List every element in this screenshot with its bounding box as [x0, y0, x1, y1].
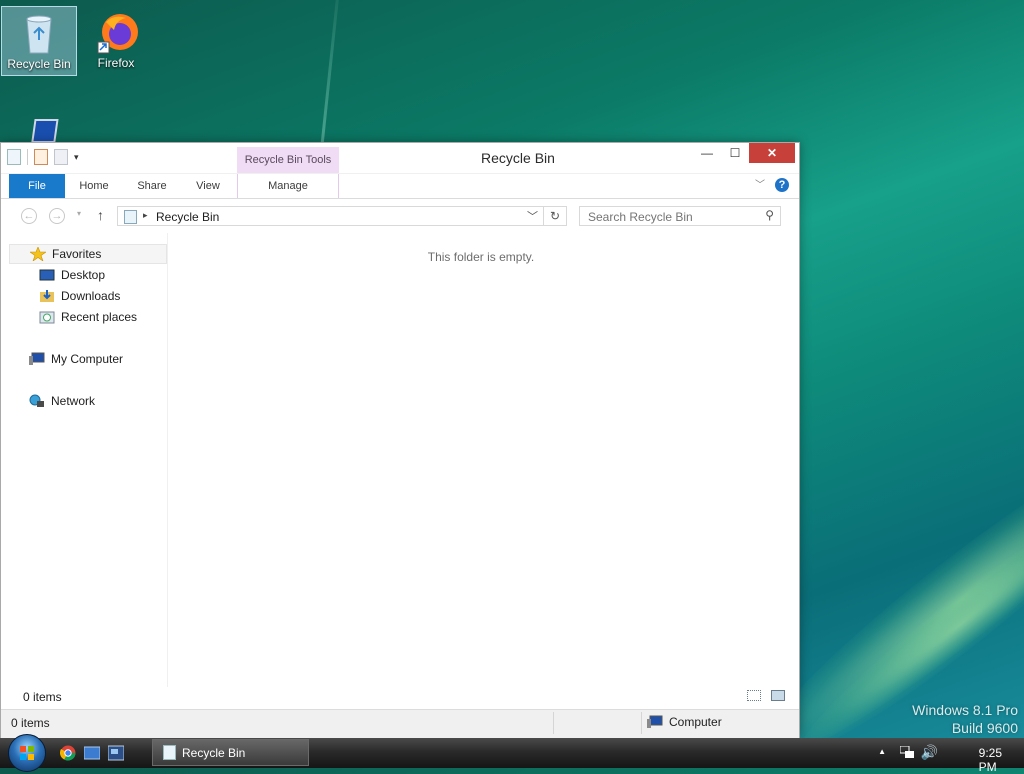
desktop-icon-label: Firefox	[97, 56, 135, 70]
computer-icon	[647, 715, 663, 729]
tab-home[interactable]: Home	[71, 174, 117, 198]
status-divider	[641, 712, 642, 734]
ribbon-tabs: File Home Share View Manage	[1, 174, 799, 199]
refresh-icon[interactable]: ↻	[543, 207, 566, 225]
status-divider	[553, 712, 554, 734]
tab-share[interactable]: Share	[129, 174, 175, 198]
context-tab-border	[237, 174, 339, 198]
network-icon	[29, 394, 45, 408]
chrome-icon[interactable]	[59, 745, 76, 761]
status-zone-label: Computer	[669, 715, 722, 729]
nav-item-label: Recent places	[61, 310, 138, 324]
tab-file[interactable]: File	[9, 174, 65, 198]
breadcrumb-chevron-icon[interactable]: ▸	[143, 210, 148, 221]
switch-windows-icon[interactable]	[107, 745, 125, 761]
minimize-button[interactable]: —	[693, 143, 721, 163]
status-item-count: 0 items	[11, 716, 50, 730]
taskbar-button-recycle-bin[interactable]: Recycle Bin	[152, 739, 309, 766]
recent-locations-chevron-icon[interactable]: ▾	[77, 209, 81, 218]
item-count: 0 items	[23, 690, 62, 704]
recycle-bin-icon	[19, 11, 59, 55]
up-arrow-icon[interactable]: ↑	[97, 207, 104, 223]
window-title: Recycle Bin	[481, 150, 555, 166]
watermark-build: Build 9600	[951, 720, 1018, 736]
title-bar[interactable]: ▾ Recycle Bin Tools Recycle Bin — ☐ ✕	[1, 143, 799, 173]
tab-view[interactable]: View	[185, 174, 231, 198]
recent-places-icon	[39, 310, 55, 324]
help-icon[interactable]: ?	[775, 178, 789, 192]
watermark-edition: Windows 8.1 Pro	[912, 702, 1018, 718]
windows-logo-icon	[20, 746, 34, 760]
show-hidden-icons-arrow-icon[interactable]: ▲	[878, 747, 886, 756]
navigation-pane: Favorites Desktop Downloads Recent place…	[9, 233, 168, 687]
nav-item-downloads[interactable]: Downloads	[39, 286, 120, 306]
address-location[interactable]: Recycle Bin	[156, 210, 219, 224]
nav-item-recent-places[interactable]: Recent places	[39, 307, 137, 327]
navigation-bar: ← → ▾ ↑ ▸ Recycle Bin ﹀ ↻ ⚲	[1, 199, 799, 233]
nav-item-label: Downloads	[61, 289, 121, 303]
search-box[interactable]: ⚲	[579, 206, 781, 226]
empty-folder-message: This folder is empty.	[427, 250, 535, 264]
nav-item-label: Desktop	[61, 268, 106, 282]
recycle-bin-location-icon	[124, 210, 137, 224]
clock[interactable]: 9:25 PM	[979, 746, 1002, 774]
computer-icon	[29, 352, 45, 366]
desktop-icon-recycle-bin[interactable]: Recycle Bin	[1, 6, 77, 76]
downloads-folder-icon	[39, 289, 55, 303]
view-switcher	[747, 690, 785, 701]
desktop-icon-computer[interactable]	[4, 112, 80, 144]
large-icons-view-icon[interactable]	[771, 690, 785, 701]
taskbar-button-label: Recycle Bin	[182, 745, 246, 760]
search-input[interactable]	[586, 208, 760, 226]
network-tray-icon[interactable]	[899, 745, 914, 758]
back-button[interactable]: ←	[21, 208, 37, 224]
explorer-window: ▾ Recycle Bin Tools Recycle Bin — ☐ ✕ Fi…	[0, 142, 800, 738]
recycle-bin-small-icon	[163, 745, 176, 760]
address-bar[interactable]: ▸ Recycle Bin ﹀ ↻	[117, 206, 567, 226]
details-status-line: 0 items	[1, 687, 799, 709]
status-zone: Computer	[647, 715, 722, 729]
address-dropdown-icon[interactable]: ﹀	[527, 208, 538, 224]
maximize-button[interactable]: ☐	[721, 143, 749, 163]
content-area: Favorites Desktop Downloads Recent place…	[1, 233, 799, 687]
show-desktop-icon[interactable]	[83, 745, 101, 761]
nav-item-label: Network	[51, 394, 96, 408]
expand-ribbon-chevron-icon[interactable]: ﹀	[755, 176, 765, 191]
computer-icon	[22, 116, 62, 144]
nav-item-my-computer[interactable]: My Computer	[29, 349, 123, 369]
details-view-icon[interactable]	[747, 690, 761, 701]
close-button[interactable]: ✕	[749, 143, 795, 163]
start-button[interactable]	[8, 734, 46, 772]
desktop-folder-icon	[39, 268, 55, 282]
nav-item-desktop[interactable]: Desktop	[39, 265, 105, 285]
volume-icon[interactable]: 🔊	[921, 744, 938, 761]
desktop-icon-label: Recycle Bin	[7, 57, 71, 71]
search-icon[interactable]: ⚲	[765, 208, 774, 222]
firefox-icon	[96, 10, 138, 54]
status-bar: 0 items Computer	[1, 709, 799, 738]
caption-buttons: — ☐ ✕	[693, 143, 795, 163]
taskbar: Recycle Bin ▲ 🔊 9:25 PM	[0, 734, 1024, 774]
nav-item-network[interactable]: Network	[29, 391, 95, 411]
forward-button[interactable]: →	[49, 208, 65, 224]
desktop-icon-firefox[interactable]: Firefox	[78, 6, 154, 76]
nav-item-label: My Computer	[51, 352, 124, 366]
